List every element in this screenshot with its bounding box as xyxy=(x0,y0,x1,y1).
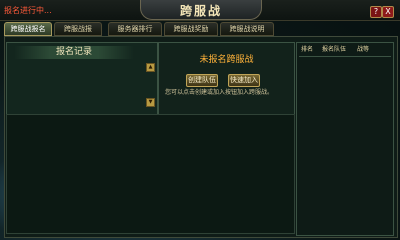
tab-signup[interactable]: 跨服战报名 xyxy=(4,22,52,36)
column-team: 报名队伍 xyxy=(322,46,347,53)
column-rank: 排名 xyxy=(301,46,314,53)
ranking-panel: 排名 报名队伍 战等 xyxy=(296,42,394,236)
ranking-divider xyxy=(299,56,391,57)
create-team-button[interactable]: 创建队伍 xyxy=(186,74,218,87)
cross-server-battle-window: 报名进行中... 跨服战 ? X 跨服战报名 跨服战报 服务器排行 跨服战奖励 … xyxy=(0,0,400,240)
signup-instructions-text: 您可以点击创建或加入按钮加入跨服战。 xyxy=(165,89,274,96)
signup-status-panel: 未报名跨服战 创建队伍 快速加入 您可以点击创建或加入按钮加入跨服战。 xyxy=(158,42,295,115)
quick-join-button[interactable]: 快速加入 xyxy=(228,74,260,87)
column-level: 战等 xyxy=(357,46,370,53)
scroll-down-arrow-icon[interactable]: ▼ xyxy=(146,98,155,107)
help-button[interactable]: ? xyxy=(370,6,382,18)
tab-bar: 跨服战报名 跨服战报 服务器排行 跨服战奖励 跨服战说明 xyxy=(4,22,396,36)
tab-battle-report[interactable]: 跨服战报 xyxy=(54,22,102,36)
signup-record-heading: 报名记录 xyxy=(14,46,134,59)
team-detail-area xyxy=(6,114,295,234)
tab-server-ranking[interactable]: 服务器排行 xyxy=(108,22,162,36)
close-button[interactable]: X xyxy=(382,6,394,18)
title-plate: 跨服战 xyxy=(140,0,262,20)
signup-status-text: 报名进行中... xyxy=(4,6,52,15)
signup-status-title: 未报名跨服战 xyxy=(199,55,254,65)
title-bar: 报名进行中... 跨服战 ? X xyxy=(0,0,400,21)
window-title: 跨服战 xyxy=(179,4,222,18)
tab-instructions[interactable]: 跨服战说明 xyxy=(220,22,274,36)
tab-rewards[interactable]: 跨服战奖励 xyxy=(164,22,218,36)
scroll-up-arrow-icon[interactable]: ▲ xyxy=(146,63,155,72)
ranking-header: 排名 报名队伍 战等 xyxy=(297,45,393,54)
